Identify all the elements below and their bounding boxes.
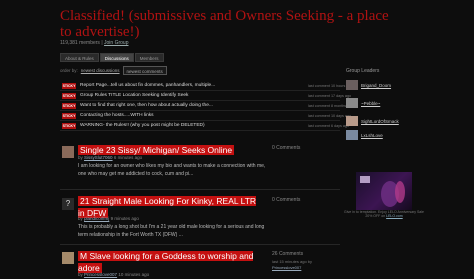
post-author-link[interactable]: SissySlut7060 xyxy=(84,155,113,160)
post-title[interactable]: M Slave looking for a Goddess to worship… xyxy=(78,251,254,273)
newest-discussions-link[interactable]: newest discussions xyxy=(81,66,120,75)
avatar[interactable] xyxy=(62,146,74,158)
leader-name[interactable]: LxLshLove xyxy=(361,133,383,138)
post-excerpt: This is probably a long shot but I'm a 2… xyxy=(78,224,265,238)
page: Classified! (submissives and Owners Seek… xyxy=(0,0,474,279)
byline-by: by xyxy=(78,216,83,221)
byline-by: by xyxy=(78,272,83,277)
newest-comments-button[interactable]: newest comments xyxy=(122,66,167,75)
last-comment-info: last 15 minutes ago by xyxy=(272,259,313,264)
tab-discussions[interactable]: Discussions xyxy=(99,53,134,62)
sticky-badge: STICKY xyxy=(62,103,76,109)
post-title[interactable]: Single 23 Sissy/ Michigan/ Seeks Online xyxy=(78,145,235,155)
post-age: 6 minutes ago xyxy=(113,155,143,160)
group-leaders-heading: Group Leaders xyxy=(346,68,380,74)
post-divider xyxy=(60,189,340,190)
member-count: 119,381 members xyxy=(60,40,100,46)
post-title-wrap: M Slave looking for a Goddess to worship… xyxy=(78,249,264,273)
sticky-badge: STICKY xyxy=(62,123,76,129)
sticky-thread-title[interactable]: WARNING- the Rules!! (why you post might… xyxy=(80,122,258,130)
post-author-link[interactable]: Princesslove007 xyxy=(84,272,117,277)
avatar[interactable]: ? xyxy=(62,198,74,210)
post-divider xyxy=(60,244,340,245)
group-leader[interactable]: LxLshLove xyxy=(346,128,383,142)
avatar[interactable] xyxy=(346,80,358,90)
leader-name[interactable]: Brigand_Doom xyxy=(361,83,391,88)
tab-members[interactable]: Members xyxy=(134,53,164,62)
post-author-link[interactable]: plandicorlfmj xyxy=(84,216,109,221)
group-leader[interactable]: Brigand_Doom xyxy=(346,78,391,92)
advertisement-graphic xyxy=(360,176,405,207)
sticky-badge: STICKY xyxy=(62,93,76,99)
post-age: 9 minutes ago xyxy=(110,216,139,221)
sticky-thread-title[interactable]: Report Page...tell us about fin dommes, … xyxy=(80,82,258,90)
group-tabs: About & Rules Discussions Members xyxy=(60,53,164,62)
join-group-link[interactable]: Join Group xyxy=(104,40,128,46)
avatar[interactable] xyxy=(346,130,358,140)
advertisement-caption: Give in to temptation. Enjoy LELO Annive… xyxy=(344,210,424,218)
post-byline: by plandicorlfmj 9 minutes ago xyxy=(78,216,139,221)
post-byline: by SissySlut7060 6 minutes ago xyxy=(78,155,142,160)
sticky-thread-row[interactable]: STICKY Contacting the hosts.....WITH lin… xyxy=(60,111,351,121)
tab-about-rules[interactable]: About & Rules xyxy=(60,53,99,62)
group-meta: 119,381 members | Join Group xyxy=(60,40,129,46)
post-excerpt: I am looking for an owner who likes my b… xyxy=(78,163,266,177)
ad-caption-text: Give in to temptation. Enjoy LELO Annive… xyxy=(344,210,424,218)
sticky-thread-title[interactable]: Want to find that right one, then how ab… xyxy=(80,102,258,110)
avatar[interactable] xyxy=(62,252,74,264)
group-leader[interactable]: ~Pebble~ xyxy=(346,96,380,110)
page-title: Classified! (submissives and Owners Seek… xyxy=(60,8,389,40)
sticky-thread-row[interactable]: STICKY Report Page...tell us about fin d… xyxy=(60,81,352,91)
sticky-thread-row[interactable]: STICKY Want to find that right one, then… xyxy=(60,101,353,111)
order-bar: order by: newest discussions newest comm… xyxy=(60,66,340,75)
post-title-wrap: 21 Straight Male Looking For Kinky, REAL… xyxy=(78,194,264,218)
post-byline: by Princesslove007 10 minutes ago xyxy=(78,272,149,277)
post-title-wrap: Single 23 Sissy/ Michigan/ Seeks Online xyxy=(78,143,278,155)
sticky-thread-row[interactable]: STICKY WARNING- the Rules!! (why you pos… xyxy=(60,121,349,131)
sticky-thread-row[interactable]: STICKY Group Rules TITLE Location Seekin… xyxy=(60,91,351,101)
post-title[interactable]: 21 Straight Male Looking For Kinky, REAL… xyxy=(78,196,257,218)
avatar[interactable] xyxy=(346,98,358,108)
order-by-label: order by: xyxy=(60,68,78,73)
sticky-badge: STICKY xyxy=(62,83,76,89)
group-leader[interactable]: SightLordOfSmack xyxy=(346,114,399,128)
byline-by: by xyxy=(78,155,83,160)
leader-name[interactable]: ~Pebble~ xyxy=(361,101,380,106)
advertisement-image[interactable] xyxy=(356,172,412,210)
ad-link[interactable]: LELO.com xyxy=(386,214,403,218)
meta-separator: | xyxy=(101,40,103,46)
avatar[interactable] xyxy=(346,116,358,126)
comment-count[interactable]: 0 Comments xyxy=(272,145,300,151)
last-comment-user-link[interactable]: Princesslove007 xyxy=(272,265,301,270)
post-age: 10 minutes ago xyxy=(118,272,150,277)
comment-count[interactable]: 0 Comments xyxy=(272,197,300,203)
sticky-thread-title[interactable]: Group Rules TITLE Location Seeking Ident… xyxy=(80,92,258,100)
sticky-badge: STICKY xyxy=(62,113,76,119)
leader-name[interactable]: SightLordOfSmack xyxy=(361,119,399,124)
sticky-thread-title[interactable]: Contacting the hosts.....WITH links xyxy=(80,112,258,120)
comment-count[interactable]: 26 Comments xyxy=(272,251,303,257)
